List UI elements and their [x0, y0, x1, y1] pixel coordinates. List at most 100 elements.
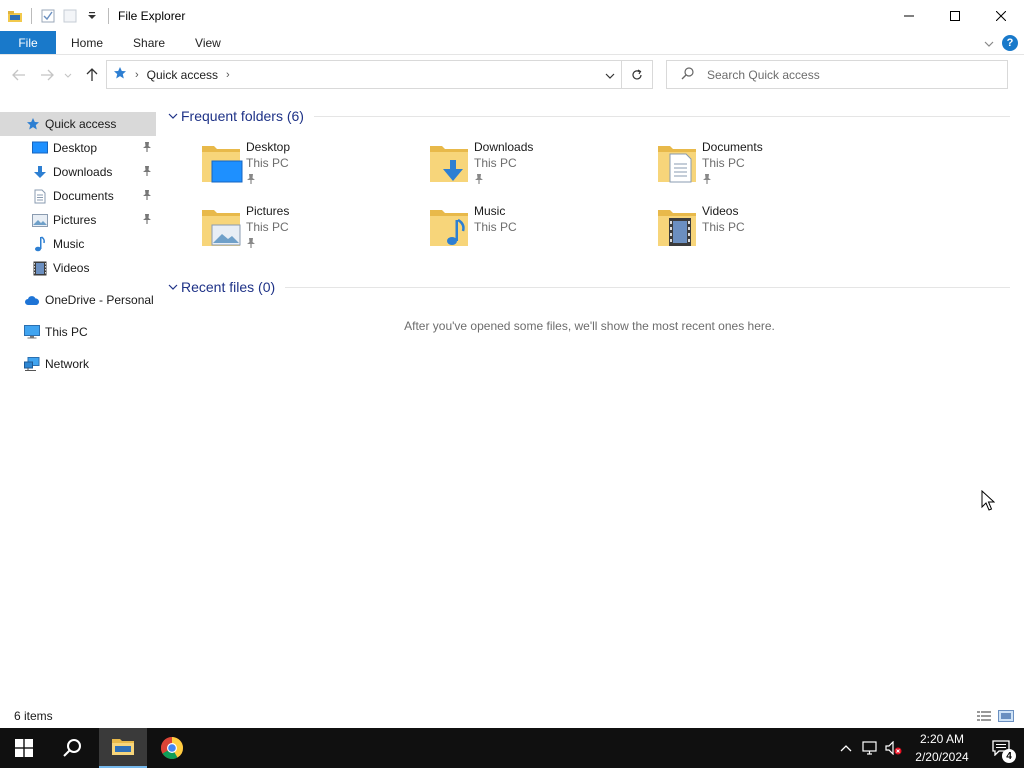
new-folder-icon[interactable] — [61, 7, 79, 25]
refresh-button[interactable] — [622, 60, 653, 89]
cloud-icon — [24, 292, 40, 308]
recent-locations-button[interactable] — [61, 65, 75, 85]
folder-tile-videos[interactable]: Videos This PC — [656, 204, 866, 260]
up-arrow-icon — [86, 68, 98, 81]
customize-toolbar-dropdown-icon[interactable] — [83, 7, 101, 25]
folder-location: This PC — [474, 220, 517, 234]
action-center-button[interactable]: 4 — [978, 728, 1024, 768]
videos-folder-icon — [656, 204, 704, 252]
sidebar-item-documents[interactable]: Documents — [0, 184, 156, 208]
pin-icon — [246, 237, 256, 252]
sidebar-item-onedrive[interactable]: OneDrive - Personal — [0, 288, 156, 312]
volume-muted-icon[interactable] — [882, 728, 906, 768]
folder-tile-pictures[interactable]: Pictures This PC — [200, 204, 410, 260]
search-icon — [681, 66, 695, 83]
tab-view[interactable]: View — [180, 31, 236, 54]
sidebar-item-label: Quick access — [45, 117, 117, 131]
chrome-icon — [161, 737, 183, 759]
start-button[interactable] — [0, 728, 48, 768]
recent-files-empty-message: After you've opened some files, we'll sh… — [404, 319, 775, 333]
clock[interactable]: 2:20 AM 2/20/2024 — [906, 730, 978, 766]
folder-tile-desktop[interactable]: Desktop This PC — [200, 140, 410, 196]
clock-date: 2/20/2024 — [915, 750, 969, 764]
expand-ribbon-chevron-icon[interactable] — [984, 36, 994, 50]
address-history-dropdown-icon[interactable] — [605, 68, 615, 82]
tab-share[interactable]: Share — [118, 31, 180, 54]
sidebar-item-desktop[interactable]: Desktop — [0, 136, 156, 160]
picture-icon — [32, 212, 48, 228]
search-input[interactable] — [707, 67, 987, 82]
frequent-folders-header[interactable]: Frequent folders (6) — [165, 106, 1010, 126]
pin-icon[interactable] — [142, 189, 152, 204]
collapse-chevron-icon[interactable] — [165, 113, 181, 119]
forward-button[interactable] — [37, 65, 57, 85]
documents-folder-icon — [656, 140, 704, 188]
show-hidden-icons-chevron-icon[interactable] — [834, 728, 858, 768]
mouse-cursor-icon — [981, 489, 996, 515]
help-icon[interactable]: ? — [1002, 35, 1018, 51]
folder-name: Music — [474, 204, 506, 218]
sidebar-item-downloads[interactable]: Downloads — [0, 160, 156, 184]
pin-icon[interactable] — [142, 141, 152, 156]
folder-location: This PC — [702, 220, 745, 234]
pin-icon[interactable] — [142, 165, 152, 180]
refresh-icon — [632, 68, 642, 79]
sidebar-item-this-pc[interactable]: This PC — [0, 320, 156, 344]
sidebar-item-label: Pictures — [53, 213, 97, 227]
pin-icon[interactable] — [142, 213, 152, 228]
large-icons-view-icon[interactable] — [998, 708, 1014, 724]
folder-name: Downloads — [474, 140, 534, 154]
explorer-app-icon[interactable] — [6, 7, 24, 25]
taskbar: 2:20 AM 2/20/2024 4 — [0, 728, 1024, 768]
window-title: File Explorer — [118, 8, 186, 23]
sidebar-item-quick-access[interactable]: Quick access — [0, 112, 156, 136]
forward-arrow-icon — [41, 69, 54, 81]
search-box[interactable] — [666, 60, 1008, 89]
folder-tile-downloads[interactable]: Downloads This PC — [428, 140, 638, 196]
downloads-folder-icon — [428, 140, 476, 188]
address-bar[interactable]: › Quick access › — [106, 60, 622, 89]
up-button[interactable] — [82, 65, 102, 85]
back-button[interactable] — [9, 65, 29, 85]
pin-icon — [702, 173, 712, 188]
search-icon — [63, 739, 81, 757]
minimize-button[interactable] — [886, 0, 932, 31]
taskbar-chrome[interactable] — [148, 728, 196, 768]
folder-location: This PC — [702, 156, 745, 170]
sidebar-item-label: Videos — [53, 261, 90, 275]
notification-count-badge: 4 — [1002, 749, 1016, 763]
sidebar-item-music[interactable]: Music — [0, 232, 156, 256]
taskbar-file-explorer[interactable] — [99, 728, 147, 768]
desktop-folder-icon — [200, 140, 248, 188]
search-taskbar-button[interactable] — [48, 728, 96, 768]
file-explorer-window: File Explorer File Home Share View ? › Q… — [0, 0, 1024, 728]
computer-icon — [24, 324, 40, 340]
tab-file[interactable]: File — [0, 31, 56, 54]
clock-time: 2:20 AM — [919, 732, 965, 746]
breadcrumb-chevron-icon[interactable]: › — [226, 69, 230, 81]
maximize-button[interactable] — [932, 0, 978, 31]
sidebar-item-network[interactable]: Network — [0, 352, 156, 376]
ribbon-right-controls: ? — [984, 31, 1018, 55]
folder-tile-documents[interactable]: Documents This PC — [656, 140, 866, 196]
pictures-folder-icon — [200, 204, 248, 252]
video-icon — [32, 260, 48, 276]
recent-files-header[interactable]: Recent files (0) — [165, 277, 1010, 297]
ribbon-tabs: File Home Share View ? — [0, 31, 1024, 55]
folder-name: Pictures — [246, 204, 290, 218]
tab-home[interactable]: Home — [56, 31, 118, 54]
breadcrumb-chevron-icon[interactable]: › — [135, 69, 139, 81]
collapse-chevron-icon[interactable] — [165, 284, 181, 290]
close-button[interactable] — [978, 0, 1024, 31]
folder-tile-music[interactable]: Music This PC — [428, 204, 638, 260]
folder-name: Desktop — [246, 140, 291, 154]
details-view-icon[interactable] — [976, 708, 992, 724]
desktop-icon — [32, 140, 48, 156]
maximize-icon — [950, 10, 960, 21]
network-status-icon[interactable] — [858, 728, 882, 768]
sidebar-item-pictures[interactable]: Pictures — [0, 208, 156, 232]
breadcrumb-quick-access[interactable]: Quick access — [147, 68, 218, 82]
properties-icon[interactable] — [39, 7, 57, 25]
sidebar-item-videos[interactable]: Videos — [0, 256, 156, 280]
document-icon — [32, 188, 48, 204]
